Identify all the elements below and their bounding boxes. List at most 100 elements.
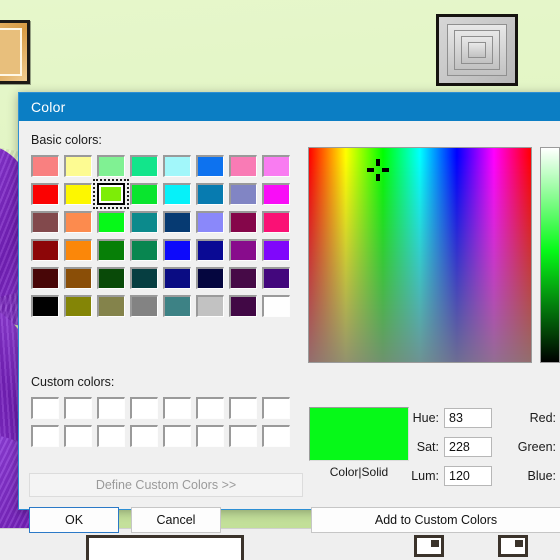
swatch-fill <box>132 157 157 176</box>
basic-color-swatch[interactable] <box>196 155 224 177</box>
basic-color-swatch[interactable] <box>130 183 158 205</box>
custom-color-swatch[interactable] <box>130 425 158 447</box>
basic-color-swatch[interactable] <box>97 155 125 177</box>
dialog-titlebar[interactable]: Color <box>19 93 560 121</box>
lum-input[interactable] <box>444 465 492 486</box>
custom-color-swatch[interactable] <box>262 397 290 419</box>
swatch-fill <box>132 269 157 288</box>
red-label: Red: <box>529 410 556 425</box>
basic-color-swatch[interactable] <box>163 239 191 261</box>
basic-color-swatch[interactable] <box>229 183 257 205</box>
custom-color-swatch[interactable] <box>163 425 191 447</box>
basic-color-swatch[interactable] <box>163 267 191 289</box>
basic-color-swatch[interactable] <box>64 239 92 261</box>
swatch-fill <box>33 297 58 316</box>
basic-color-swatch[interactable] <box>31 239 59 261</box>
basic-color-swatch[interactable] <box>196 295 224 317</box>
color-preview-swatch[interactable] <box>309 407 409 461</box>
basic-color-swatch[interactable] <box>229 155 257 177</box>
luminance-slider[interactable] <box>540 147 560 363</box>
basic-color-swatch[interactable] <box>31 183 59 205</box>
custom-color-swatch[interactable] <box>229 425 257 447</box>
hue-label: Hue: <box>412 410 439 425</box>
custom-color-swatch[interactable] <box>64 397 92 419</box>
basic-color-swatch[interactable] <box>163 183 191 205</box>
basic-color-swatch[interactable] <box>97 239 125 261</box>
basic-color-swatch[interactable] <box>196 267 224 289</box>
lum-field-row: Lum: <box>399 465 492 486</box>
basic-color-swatch[interactable] <box>97 295 125 317</box>
basic-color-swatch[interactable] <box>130 295 158 317</box>
basic-color-swatch[interactable] <box>196 211 224 233</box>
basic-color-swatch[interactable] <box>31 295 59 317</box>
custom-color-swatch[interactable] <box>64 425 92 447</box>
swatch-fill <box>198 399 223 418</box>
basic-color-swatch[interactable] <box>64 295 92 317</box>
basic-color-swatch[interactable] <box>229 211 257 233</box>
custom-color-swatch[interactable] <box>196 425 224 447</box>
basic-color-swatch[interactable] <box>31 211 59 233</box>
color-spectrum-field[interactable] <box>308 147 532 363</box>
basic-color-swatch[interactable] <box>262 155 290 177</box>
basic-color-swatch[interactable] <box>229 239 257 261</box>
basic-color-swatch[interactable] <box>130 155 158 177</box>
custom-color-swatch[interactable] <box>196 397 224 419</box>
hue-input[interactable] <box>444 407 492 428</box>
basic-color-swatch[interactable] <box>130 239 158 261</box>
custom-color-swatch[interactable] <box>31 397 59 419</box>
custom-color-swatch[interactable] <box>130 397 158 419</box>
custom-color-swatch[interactable] <box>97 425 125 447</box>
custom-color-swatch[interactable] <box>97 397 125 419</box>
swatch-fill <box>231 427 256 446</box>
swatch-fill <box>66 269 91 288</box>
basic-color-swatch[interactable] <box>262 183 290 205</box>
swatch-fill <box>99 269 124 288</box>
basic-color-swatch[interactable] <box>130 211 158 233</box>
basic-color-swatch[interactable] <box>196 239 224 261</box>
add-to-custom-colors-button[interactable]: Add to Custom Colors <box>311 507 560 533</box>
basic-color-swatch[interactable] <box>64 183 92 205</box>
taskbar-small-tile-1[interactable] <box>414 535 444 557</box>
basic-color-swatch[interactable] <box>163 211 191 233</box>
ok-button[interactable]: OK <box>29 507 119 533</box>
swatch-fill <box>66 399 91 418</box>
blue-field-row: Blue: <box>498 465 560 486</box>
basic-color-swatch[interactable] <box>64 155 92 177</box>
basic-color-swatch[interactable] <box>163 155 191 177</box>
basic-color-swatch[interactable] <box>64 211 92 233</box>
basic-color-swatch[interactable] <box>64 267 92 289</box>
basic-color-swatch[interactable] <box>262 239 290 261</box>
basic-color-swatch[interactable] <box>229 295 257 317</box>
define-custom-colors-button[interactable]: Define Custom Colors >> <box>29 473 303 497</box>
basic-color-swatch[interactable] <box>196 183 224 205</box>
basic-color-swatch[interactable] <box>93 179 129 209</box>
swatch-fill <box>231 399 256 418</box>
vent-grille-icon[interactable] <box>436 14 518 86</box>
basic-color-swatch[interactable] <box>262 295 290 317</box>
basic-color-swatch[interactable] <box>262 267 290 289</box>
sat-input[interactable] <box>444 436 492 457</box>
blue-label: Blue: <box>527 468 557 483</box>
basic-colors-grid[interactable] <box>31 155 290 317</box>
taskbar-small-tile-2[interactable] <box>498 535 528 557</box>
taskbar-window-tile[interactable] <box>86 535 244 560</box>
basic-color-swatch[interactable] <box>31 155 59 177</box>
cancel-button[interactable]: Cancel <box>131 507 221 533</box>
lum-label: Lum: <box>411 468 439 483</box>
picture-frame-icon[interactable] <box>0 20 30 84</box>
swatch-fill <box>132 297 157 316</box>
basic-color-swatch[interactable] <box>130 267 158 289</box>
basic-color-swatch[interactable] <box>229 267 257 289</box>
swatch-fill <box>66 185 91 204</box>
custom-colors-grid[interactable] <box>31 397 290 447</box>
basic-color-swatch[interactable] <box>163 295 191 317</box>
basic-color-swatch[interactable] <box>97 211 125 233</box>
basic-color-swatch[interactable] <box>97 267 125 289</box>
basic-color-swatch[interactable] <box>262 211 290 233</box>
swatch-fill <box>198 241 223 260</box>
custom-color-swatch[interactable] <box>262 425 290 447</box>
custom-color-swatch[interactable] <box>163 397 191 419</box>
basic-color-swatch[interactable] <box>31 267 59 289</box>
custom-color-swatch[interactable] <box>229 397 257 419</box>
custom-color-swatch[interactable] <box>31 425 59 447</box>
